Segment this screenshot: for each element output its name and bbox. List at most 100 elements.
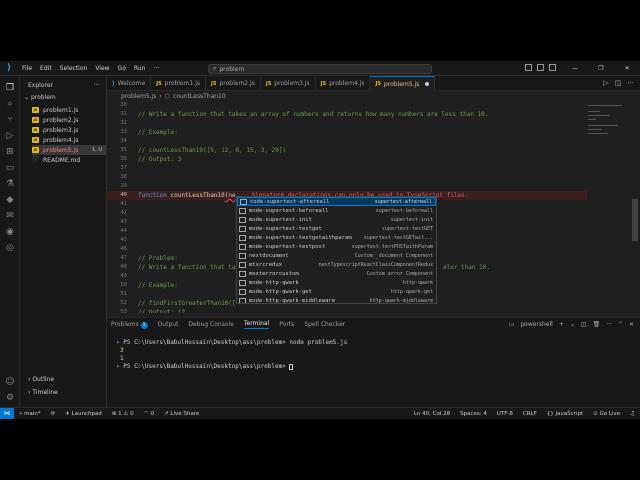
sync-icon[interactable]: ⟳ [46, 411, 61, 417]
tab-debug-console[interactable]: Debug Console [188, 321, 233, 328]
js-file-icon: JS [32, 147, 39, 153]
file-item-readme[interactable]: ⓘ README.md [32, 155, 106, 165]
search-icon[interactable]: ⌕ [4, 98, 16, 110]
suggestion-item[interactable]: code-supertest-aftereall supertest-aftere… [237, 197, 436, 206]
suggestion-item[interactable]: mode-http-qwark http-qwark [237, 278, 436, 287]
suggestion-item[interactable]: mtsrcredux nextTypescriptReactClassCompon… [237, 260, 436, 269]
tab-ports[interactable]: Ports [279, 321, 294, 328]
split-terminal-icon[interactable]: ◫ [581, 321, 587, 328]
shell-label[interactable]: powershell [520, 321, 553, 328]
cursor-position[interactable]: Ln 40, Col 28 [409, 411, 455, 417]
file-item-problem4[interactable]: JS problem4.js [32, 135, 106, 145]
tab-problem5[interactable]: JS problem5.js [370, 76, 436, 91]
account-icon[interactable]: ☺ [4, 376, 16, 388]
suggestion-item[interactable]: mode-supertest-testget supertest-testGET [237, 224, 436, 233]
tab-output[interactable]: Output [158, 321, 179, 328]
close-icon[interactable]: ✕ [629, 321, 634, 328]
add-terminal-icon[interactable]: + [559, 321, 564, 328]
close-icon[interactable]: ✕ [614, 65, 640, 72]
github-icon[interactable]: ◉ [4, 226, 16, 238]
autocomplete-suggestions[interactable]: code-supertest-aftereall supertest-aftere… [236, 196, 437, 304]
indentation[interactable]: Spaces: 4 [455, 411, 492, 417]
tab-problem4[interactable]: JS problem4.js [316, 76, 371, 91]
encoding[interactable]: UTF-8 [492, 411, 518, 417]
launchpad[interactable]: ✈ Launchpad [60, 411, 107, 417]
menu-go[interactable]: Go [114, 65, 130, 72]
go-live[interactable]: ⊙ Go Live [588, 411, 625, 417]
code-line: 38 [107, 173, 587, 182]
tab-welcome[interactable]: ⟩ Welcome [107, 76, 152, 91]
line-number: 52 [120, 300, 127, 306]
notifications-bell-icon[interactable]: ♫ [625, 411, 640, 417]
end-of-line[interactable]: CRLF [518, 411, 542, 417]
git-branch[interactable]: ⑂ main* [14, 411, 46, 417]
source-control-icon[interactable]: ⑂ [4, 114, 16, 126]
run-icon[interactable]: ▷ [603, 79, 608, 87]
tab-problem3[interactable]: JS problem3.js [261, 76, 316, 91]
suggestion-item[interactable]: mode-http-qwark-get http-qwark-get [237, 287, 436, 296]
suggestion-detail: http-qwark-middleware [369, 297, 433, 304]
docker-icon[interactable]: ◆ [4, 194, 16, 206]
ports-status[interactable]: ⌔ 0 [139, 410, 159, 417]
suggestion-item[interactable]: mode-supertest-testgetwithparam supertest… [237, 233, 436, 242]
tab-problem2[interactable]: JS problem2.js [206, 76, 261, 91]
menu-selection[interactable]: Selection [56, 65, 92, 72]
snippet-icon [239, 279, 246, 286]
line-number: 46 [120, 246, 127, 252]
suggestion-item[interactable]: mode-supertest-testpost supertest-testPOS… [237, 242, 436, 251]
toggle-sidebar-icon[interactable] [525, 64, 532, 71]
outline-section[interactable]: › Outline [28, 376, 54, 383]
run-debug-icon[interactable]: ▷ [4, 130, 16, 142]
problems-status[interactable]: ⊗ 1 ⚠ 0 [107, 411, 139, 417]
menu-view[interactable]: View [91, 65, 113, 72]
file-item-problem1[interactable]: JS problem1.js [32, 105, 106, 115]
trash-icon[interactable]: 🗑 [593, 321, 601, 328]
explorer-icon[interactable]: ❐ [4, 82, 16, 94]
suggestion-item[interactable]: mode-supertest-init supertest-init [237, 215, 436, 224]
maximize-panel-icon[interactable]: ⌃ [618, 321, 623, 328]
breadcrumb-symbol[interactable]: countLessThan10 [173, 93, 226, 100]
terminal-prompt[interactable]: › PS C:\Users\BabulHossain\Desktop\ass\p… [116, 363, 294, 371]
language-mode[interactable]: {} JavaScript [542, 411, 588, 417]
timeline-section[interactable]: › Timeline [28, 389, 58, 396]
chrome-icon[interactable]: ◎ [4, 242, 16, 254]
file-item-problem3[interactable]: JS problem3.js [32, 125, 106, 135]
suggestion-item[interactable]: mexterrorcustom Custom error Component [237, 269, 436, 278]
tab-problem1[interactable]: JS problem1.js [151, 76, 207, 91]
chat-icon[interactable]: ✉ [4, 210, 16, 222]
command-center[interactable]: ⌕ problem [208, 64, 432, 74]
toggle-secondary-sidebar-icon[interactable] [549, 64, 556, 71]
menu-edit[interactable]: Edit [36, 65, 56, 72]
code-line: 37 [107, 164, 587, 173]
suggestion-item[interactable]: mode-http-qwark-middleware http-qwark-mid… [237, 296, 436, 304]
menu-more[interactable]: ··· [149, 65, 163, 72]
toggle-panel-icon[interactable] [537, 64, 544, 71]
remote-explorer-icon[interactable]: ▭ [4, 162, 16, 174]
minimize-icon[interactable]: — [562, 65, 588, 72]
tab-terminal[interactable]: Terminal [243, 320, 270, 329]
suggestion-item[interactable]: nextdocument Custom _document Component [237, 251, 436, 260]
unsaved-dot-icon[interactable] [425, 82, 430, 86]
more-actions-icon[interactable]: ··· [606, 321, 612, 328]
folder-problem[interactable]: ⌄ problem [24, 94, 56, 101]
tab-problems[interactable]: Problems 1 [111, 321, 148, 329]
maximize-icon[interactable]: ❐ [588, 65, 614, 72]
menu-file[interactable]: File [18, 65, 36, 72]
breadcrumb-file[interactable]: problem5.js [121, 93, 156, 100]
chevron-down-icon[interactable]: ⌄ [570, 321, 575, 328]
testing-icon[interactable]: ⚗ [4, 178, 16, 190]
extensions-icon[interactable]: ⊞ [4, 146, 16, 158]
tab-spell-checker[interactable]: Spell Checker [304, 321, 345, 328]
file-item-problem2[interactable]: JS problem2.js [32, 115, 106, 125]
more-actions-icon[interactable]: ··· [93, 81, 100, 89]
file-item-problem5[interactable]: JS problem5.js 1, U [32, 145, 106, 155]
suggestion-item[interactable]: mode-supertest-beforeall supertest-before… [237, 206, 436, 215]
settings-gear-icon[interactable]: ⚙ [4, 392, 16, 404]
editor-scrollbar[interactable] [632, 199, 638, 241]
live-share[interactable]: ↗ Live Share [159, 411, 204, 417]
minimap[interactable] [588, 101, 628, 313]
remote-icon[interactable]: ⋈ [0, 407, 14, 419]
menu-run[interactable]: Run [130, 65, 150, 72]
split-editor-icon[interactable]: ◫ [615, 79, 622, 87]
more-actions-icon[interactable]: ··· [627, 79, 634, 87]
